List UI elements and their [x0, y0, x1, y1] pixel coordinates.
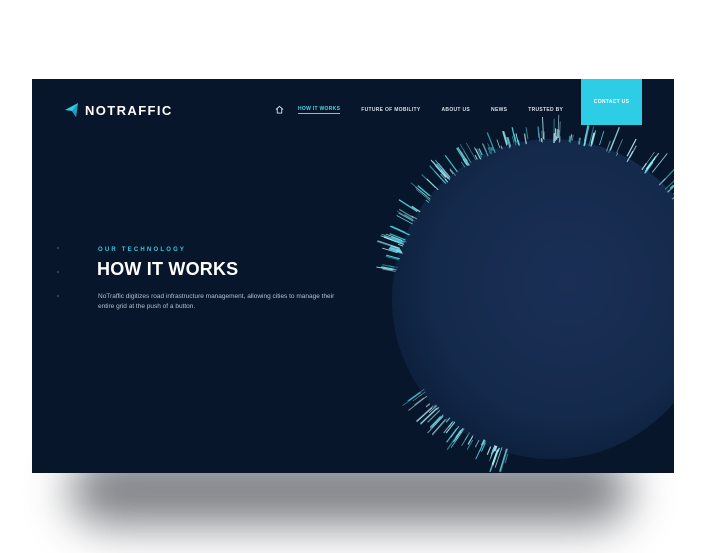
particle-streak	[474, 439, 480, 448]
particle-streak	[391, 225, 406, 233]
logo-mark-icon	[65, 103, 78, 117]
particle-streak	[499, 450, 507, 472]
particle-streak	[425, 403, 431, 408]
particle-streak	[599, 130, 605, 146]
particle-streak	[651, 153, 668, 173]
particle-streak	[410, 182, 428, 197]
website-frame: NOTRAFFIC HOW IT WORKS FUTURE OF MOBILIT…	[32, 79, 674, 473]
nav-item-trusted-by[interactable]: TRUSTED BY	[528, 106, 563, 114]
nav-item-future-of-mobility[interactable]: FUTURE OF MOBILITY	[361, 106, 420, 114]
nav-item-about-us[interactable]: ABOUT US	[442, 106, 471, 114]
particle-streak	[444, 154, 458, 173]
particle-streak	[661, 168, 674, 183]
particle-streak	[434, 159, 451, 179]
particle-streak	[381, 233, 403, 243]
main-nav: HOW IT WORKS FUTURE OF MOBILITY ABOUT US…	[275, 105, 584, 114]
home-icon[interactable]	[275, 105, 284, 114]
page-title: HOW IT WORKS	[97, 259, 239, 279]
particle-streak	[609, 127, 620, 151]
particle-streak	[486, 446, 492, 455]
particle-streak	[421, 174, 436, 189]
particle-streak	[489, 448, 495, 459]
particle-streak	[537, 126, 540, 138]
particle-streak	[443, 420, 454, 434]
section-eyebrow: OUR TECHNOLOGY	[98, 247, 187, 253]
particle-streak	[426, 178, 439, 191]
particle-streak	[429, 414, 444, 429]
side-dot	[57, 295, 59, 297]
hero-description: NoTraffic digitizes road infrastructure …	[98, 293, 335, 310]
particle-streak	[432, 418, 448, 436]
particle-streak	[496, 139, 501, 149]
particle-streak	[616, 139, 623, 154]
particle-streak	[572, 134, 574, 141]
particle-streak	[398, 212, 414, 222]
particle-streak	[445, 421, 456, 434]
particle-streak	[455, 430, 461, 438]
particle-streak	[502, 131, 508, 145]
particle-streak	[511, 126, 517, 142]
brand-logo[interactable]: NOTRAFFIC	[63, 101, 173, 119]
particle-streak	[452, 427, 464, 443]
contact-us-button[interactable]: CONTACT US	[581, 79, 642, 125]
particle-streak	[542, 116, 545, 140]
particle-streak	[389, 225, 410, 236]
nav-item-how-it-works[interactable]: HOW IT WORKS	[298, 105, 341, 114]
particle-streak	[500, 448, 509, 473]
side-dot	[57, 271, 59, 273]
particle-streak	[431, 419, 446, 435]
nav-item-news[interactable]: NEWS	[491, 106, 507, 114]
particle-streak	[398, 199, 418, 213]
brand-name: NOTRAFFIC	[85, 102, 173, 118]
particle-streak	[525, 127, 529, 140]
particle-streak	[629, 145, 637, 159]
particle-streak	[431, 415, 444, 429]
side-dot	[57, 247, 59, 249]
particle-streak	[568, 135, 571, 142]
particle-streak	[419, 393, 423, 397]
particle-streak	[570, 134, 573, 141]
